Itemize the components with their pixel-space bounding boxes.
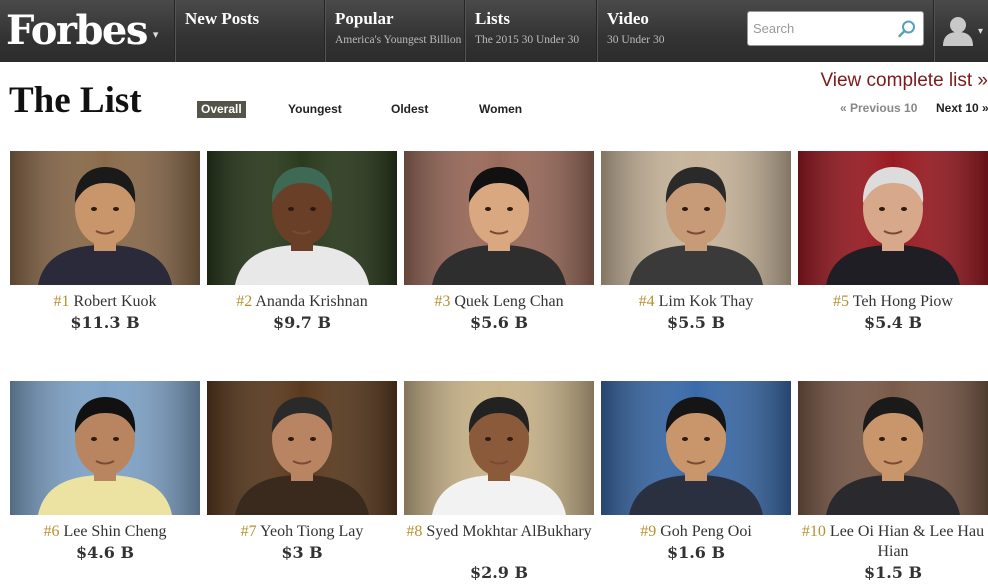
- net-worth: $2.9 B: [469, 563, 529, 582]
- person-name: Quek Leng Chan: [454, 293, 564, 310]
- net-worth: $9.7 B: [272, 313, 332, 332]
- person-label[interactable]: #6 Lee Shin Cheng: [10, 522, 200, 542]
- portrait-photo[interactable]: [10, 151, 200, 285]
- rank-number: #5: [833, 293, 850, 310]
- tab-overall[interactable]: Overall: [197, 101, 246, 118]
- net-worth: $1.5 B: [863, 563, 923, 582]
- user-menu[interactable]: ▾: [933, 0, 988, 62]
- search-input[interactable]: [748, 12, 888, 45]
- nav-item-lists[interactable]: Lists The 2015 30 Under 30: [464, 0, 596, 62]
- previous-10-link[interactable]: « Previous 10: [840, 101, 917, 115]
- portrait-photo[interactable]: [798, 151, 988, 285]
- nav-title: Video: [607, 9, 649, 28]
- nav-subtitle[interactable]: 30 Under 30: [607, 33, 736, 47]
- rank-number: #6: [43, 523, 60, 540]
- rank-number: #4: [638, 293, 655, 310]
- user-avatar-icon[interactable]: [941, 14, 975, 46]
- rank-number: #3: [434, 293, 451, 310]
- net-worth: $11.3 B: [70, 313, 140, 332]
- tab-youngest[interactable]: Youngest: [288, 101, 342, 118]
- portrait-photo[interactable]: [207, 381, 397, 515]
- portrait-photo[interactable]: [404, 381, 594, 515]
- logo-text: Forbes: [6, 6, 148, 54]
- person-label[interactable]: #4 Lim Kok Thay: [601, 292, 791, 312]
- net-worth: $5.6 B: [469, 313, 529, 332]
- person-name: Syed Mokhtar AlBukhary: [426, 523, 592, 540]
- person-label[interactable]: #5 Teh Hong Piow: [798, 292, 988, 312]
- tab-oldest[interactable]: Oldest: [391, 101, 428, 118]
- chevron-down-icon[interactable]: ▾: [153, 28, 159, 41]
- person-label[interactable]: #9 Goh Peng Ooi: [601, 522, 791, 542]
- net-worth: $4.6 B: [75, 543, 135, 562]
- nav-title: Popular: [335, 9, 394, 28]
- portrait-photo[interactable]: [601, 151, 791, 285]
- portrait-photo[interactable]: [10, 381, 200, 515]
- rank-number: #8: [406, 523, 423, 540]
- person-label[interactable]: #7 Yeoh Tiong Lay: [207, 522, 397, 542]
- next-10-link[interactable]: Next 10 »: [936, 101, 988, 115]
- person-name: Lee Oi Hian & Lee Hau Hian: [829, 523, 985, 560]
- person-name: Ananda Krishnan: [255, 293, 368, 310]
- rank-number: #10: [801, 523, 826, 540]
- top-nav-bar: Forbes ▾ New Posts Popular America's You…: [0, 0, 988, 62]
- person-label[interactable]: #1 Robert Kuok: [10, 292, 200, 312]
- net-worth: $5.4 B: [863, 313, 923, 332]
- portrait-photo[interactable]: [404, 151, 594, 285]
- view-complete-list-link[interactable]: View complete list »: [820, 70, 988, 92]
- rank-number: #2: [236, 293, 253, 310]
- net-worth: $5.5 B: [666, 313, 726, 332]
- person-name: Robert Kuok: [73, 293, 157, 310]
- nav-title: New Posts: [185, 9, 260, 28]
- tab-women[interactable]: Women: [479, 101, 522, 118]
- person-name: Yeoh Tiong Lay: [260, 523, 364, 540]
- forbes-logo[interactable]: Forbes ▾: [6, 5, 158, 55]
- search-icon[interactable]: [897, 19, 917, 39]
- person-name: Lim Kok Thay: [658, 293, 754, 310]
- search-box: [747, 11, 924, 46]
- nav-subtitle[interactable]: The 2015 30 Under 30: [475, 33, 596, 47]
- portrait-photo[interactable]: [207, 151, 397, 285]
- person-label[interactable]: #8 Syed Mokhtar AlBukhary: [404, 522, 594, 542]
- nav-subtitle[interactable]: America's Youngest Billion: [335, 33, 464, 47]
- person-label[interactable]: #10 Lee Oi Hian & Lee Hau Hian: [798, 522, 988, 562]
- portrait-photo[interactable]: [601, 381, 791, 515]
- person-name: Lee Shin Cheng: [63, 523, 167, 540]
- person-name: Teh Hong Piow: [852, 293, 953, 310]
- nav-item-popular[interactable]: Popular America's Youngest Billion: [324, 0, 464, 62]
- net-worth: $1.6 B: [666, 543, 726, 562]
- net-worth: $3 B: [281, 543, 323, 562]
- portrait-photo[interactable]: [798, 381, 988, 515]
- rank-number: #1: [53, 293, 70, 310]
- nav-item-video[interactable]: Video 30 Under 30: [596, 0, 736, 62]
- page-title: The List: [9, 80, 142, 121]
- person-label[interactable]: #2 Ananda Krishnan: [207, 292, 397, 312]
- nav-item-new-posts[interactable]: New Posts: [174, 0, 324, 62]
- person-name: Goh Peng Ooi: [660, 523, 752, 540]
- rank-number: #7: [240, 523, 257, 540]
- nav-title: Lists: [475, 9, 510, 28]
- chevron-down-icon[interactable]: ▾: [978, 26, 983, 37]
- rank-number: #9: [640, 523, 657, 540]
- person-label[interactable]: #3 Quek Leng Chan: [404, 292, 594, 312]
